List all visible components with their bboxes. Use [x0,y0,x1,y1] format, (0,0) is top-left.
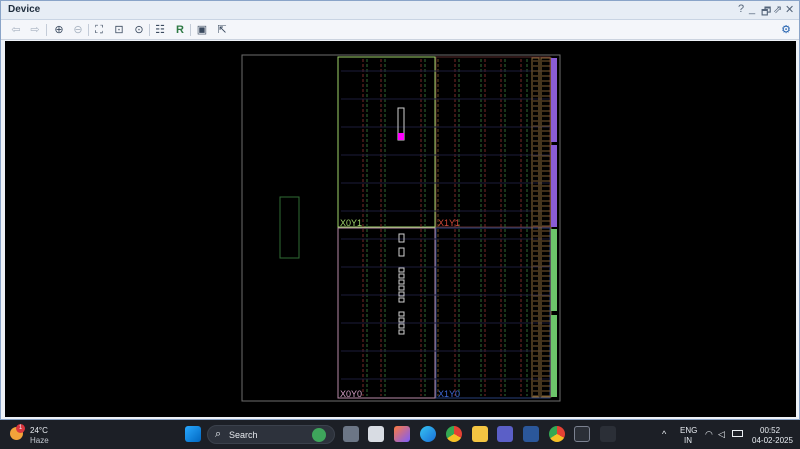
tray-chevron-icon[interactable]: ^ [662,429,666,439]
io-bank-purple [551,145,557,227]
device-canvas[interactable]: X0Y1 X1Y1 X0Y0 X1Y0 [5,41,796,417]
toolbar-divider [190,24,191,36]
placed-cell [398,233,405,243]
device-toolbar: ⇦ ⇨ ⊕ ⊖ ⛶ ⊡ ⊙ ☷ R ▣ ⇱ ⚙ [1,20,799,40]
float-icon[interactable]: ⇗ [773,3,782,16]
region-x0y0[interactable] [337,227,436,399]
zoom-out-icon[interactable]: ⊖ [70,22,86,38]
chrome-profile-icon[interactable] [549,426,565,442]
region-label-x1y1: X1Y1 [438,218,460,228]
placed-cell [398,247,405,257]
device-window: Device ? _ 🗗 ⇗ ✕ ⇦ ⇨ ⊕ ⊖ ⛶ ⊡ ⊙ ☷ R ▣ ⇱ ⚙ [0,0,800,420]
toolbar-divider [149,24,150,36]
device-view[interactable]: X0Y1 X1Y1 X0Y0 X1Y0 [5,41,796,417]
wifi-icon[interactable]: ◠ [705,429,713,440]
grid-icon[interactable]: ☷ [152,22,168,38]
search-placeholder: Search [229,430,258,440]
store-icon[interactable] [368,426,384,442]
volume-icon[interactable]: ◁ [718,429,725,440]
layout-icon[interactable]: ▣ [194,22,210,38]
copilot-icon[interactable] [394,426,410,442]
io-bank-purple [551,58,557,142]
taskbar-search[interactable]: ⌕ Search [207,425,335,444]
io-bank-green [551,315,557,397]
language-indicator[interactable]: ENG [680,426,697,435]
search-highlight-icon [312,428,326,442]
zoom-in-icon[interactable]: ⊕ [51,22,67,38]
region-label-x0y0: X0Y0 [340,389,362,399]
help-icon[interactable]: ? [738,3,744,15]
weather-condition[interactable]: Haze [30,436,49,445]
zoom-area-icon[interactable]: ⊡ [111,22,127,38]
battery-icon[interactable] [732,430,743,437]
placed-cell [398,267,405,273]
start-icon[interactable] [185,426,201,442]
region-x0y1[interactable] [337,56,436,228]
placed-cell [398,297,405,303]
close-icon[interactable]: ✕ [785,3,794,16]
left-block [279,196,300,259]
io-bank-green [551,229,557,311]
windows-taskbar: 1 24°C Haze ⌕ Search ^ ENG IN ◠ ◁ 00:52 … [0,420,800,449]
forward-icon[interactable]: ⇨ [27,22,43,38]
word-icon[interactable] [523,426,539,442]
placed-cells [398,233,405,335]
chrome-icon[interactable] [446,426,462,442]
edge-icon[interactable] [420,426,436,442]
placed-cell [398,273,405,279]
search-icon: ⌕ [215,428,222,440]
weather-temp[interactable]: 24°C [30,426,48,435]
teams-icon[interactable] [497,426,513,442]
clock-time[interactable]: 00:52 [760,426,780,435]
region-indicator[interactable]: IN [684,436,692,445]
zoom-fit-icon[interactable]: ⛶ [91,22,107,38]
amd-app-secondary-icon[interactable] [600,426,616,442]
task-view-icon[interactable] [343,426,359,442]
region-x1y0[interactable] [435,227,551,399]
placed-cell [398,329,405,335]
toolbar-divider [46,24,47,36]
minimize-icon[interactable]: _ [749,3,755,15]
region-x1y1[interactable] [435,56,551,228]
placed-cell [398,317,405,323]
weather-badge: 1 [16,424,25,433]
back-icon[interactable]: ⇦ [8,22,24,38]
select-icon[interactable]: ⊙ [131,22,147,38]
window-titlebar: Device ? _ 🗗 ⇗ ✕ [1,1,799,20]
clock-date[interactable]: 04-02-2025 [752,436,793,445]
highlighted-cell[interactable] [398,133,404,140]
route-icon[interactable]: R [172,22,188,38]
file-explorer-icon[interactable] [472,426,488,442]
relocate-icon[interactable]: ⇱ [214,22,230,38]
placed-cell [398,285,405,291]
toolbar-divider [88,24,89,36]
region-label-x1y0: X1Y0 [438,389,460,399]
placed-cell [398,323,405,329]
settings-icon[interactable]: ⚙ [778,22,794,38]
placed-cell [398,279,405,285]
placed-cell [398,311,405,317]
region-label-x0y1: X0Y1 [340,218,362,228]
amd-app-icon[interactable] [574,426,590,442]
window-title: Device [8,4,41,15]
